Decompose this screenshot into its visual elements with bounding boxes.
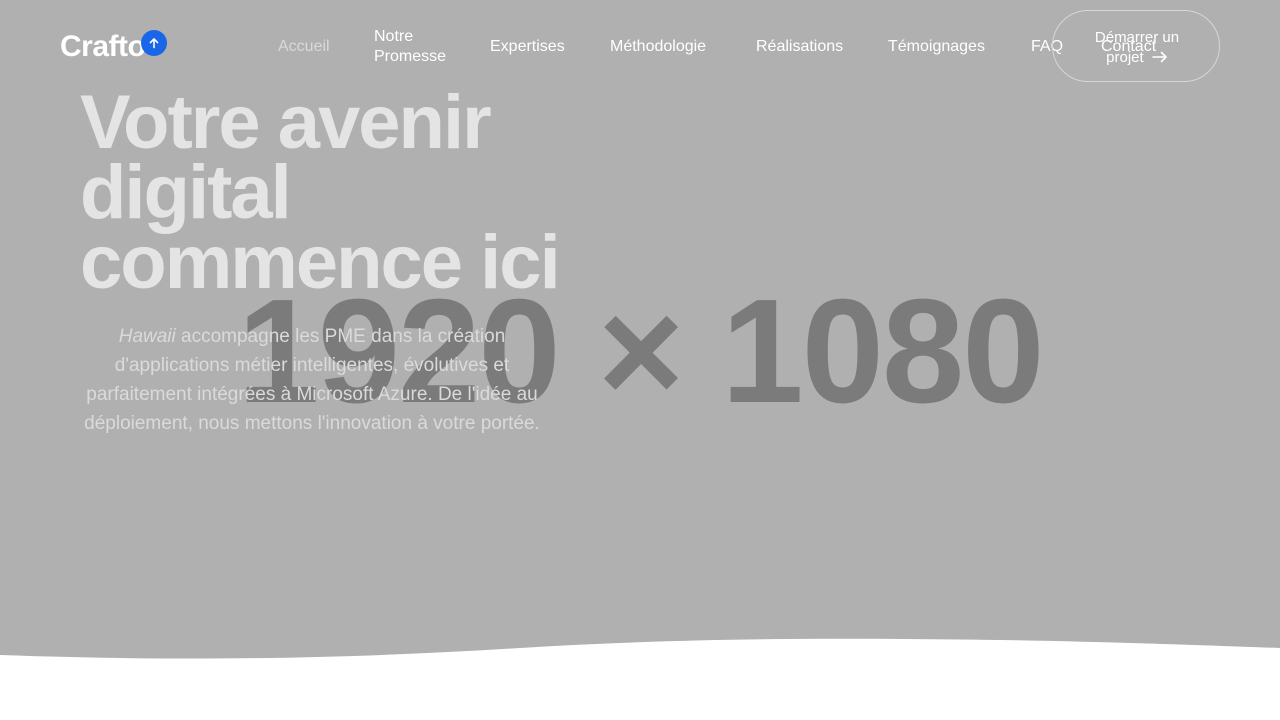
wave-divider — [0, 638, 1280, 720]
arrow-right-icon — [1152, 51, 1167, 63]
cta-label-line2: projet — [1053, 48, 1221, 67]
nav-item-temoignages[interactable]: Témoignages — [888, 37, 985, 57]
start-project-button[interactable]: Démarrer un projet — [1052, 10, 1220, 82]
cta-label-line1: Démarrer un — [1094, 29, 1180, 46]
arrow-up-icon — [149, 38, 159, 49]
scroll-top-button[interactable] — [141, 30, 167, 56]
logo[interactable]: Crafto — [60, 30, 146, 64]
nav-item-methodologie[interactable]: Méthodologie — [610, 37, 706, 57]
hero-headline: Votre avenir digital commence ici — [80, 80, 561, 305]
hero-lead: Hawaii accompagne les PME dans la créati… — [62, 322, 562, 438]
nav-item-realisations[interactable]: Réalisations — [756, 37, 843, 57]
nav-item-notre-promesse[interactable]: Notre Promesse — [374, 27, 464, 67]
nav-item-expertises[interactable]: Expertises — [490, 37, 565, 57]
main-nav: Crafto Accueil Notre Promesse Expertises… — [0, 0, 1280, 92]
hero-section: 1920 × 1080 Votre avenir digital commenc… — [0, 0, 1280, 720]
nav-item-accueil[interactable]: Accueil — [278, 37, 330, 57]
brand-name: Hawaii — [118, 326, 176, 347]
